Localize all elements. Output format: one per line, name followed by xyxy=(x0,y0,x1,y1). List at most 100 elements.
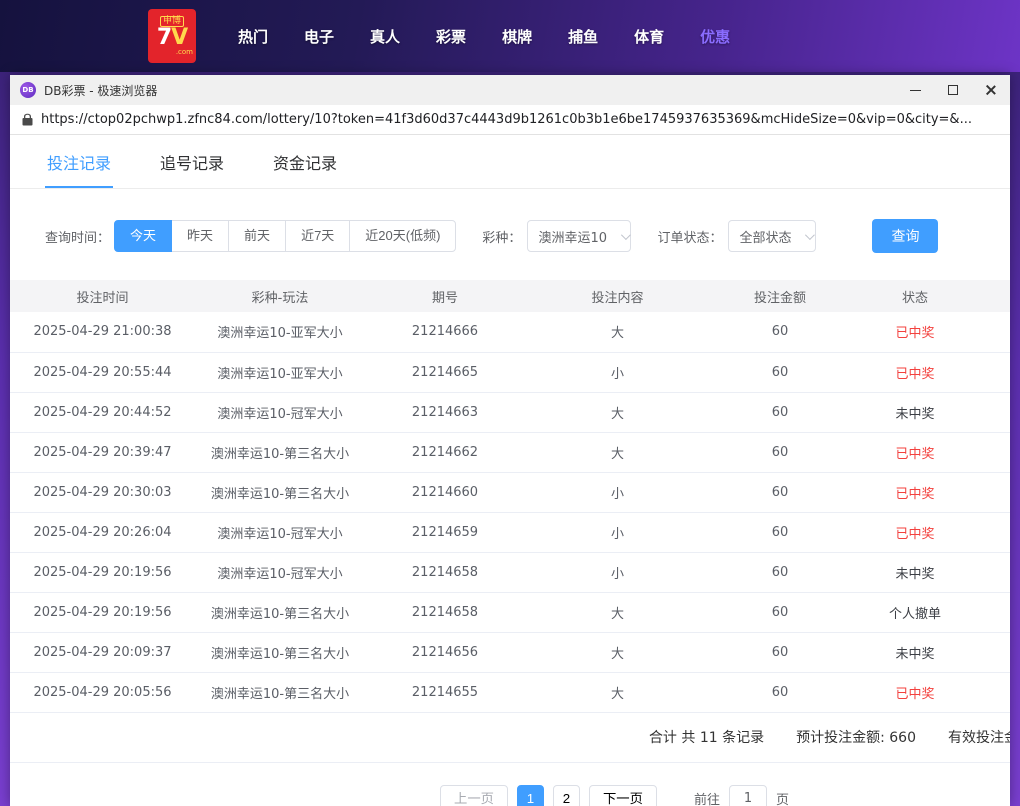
table-row[interactable]: 2025-04-29 20:19:56 澳洲幸运10-第三名大小 2121465… xyxy=(10,592,1010,632)
page-unit-label: 页 xyxy=(776,789,789,806)
table-row[interactable]: 2025-04-29 20:55:44 澳洲幸运10-亚军大小 21214665… xyxy=(10,352,1010,392)
table-row[interactable]: 2025-04-29 20:09:37 澳洲幸运10-第三名大小 2121465… xyxy=(10,632,1010,672)
nav-item-lottery[interactable]: 彩票 xyxy=(436,26,466,47)
minimize-button[interactable] xyxy=(896,75,934,105)
cell-status: 未中奖 xyxy=(850,392,980,432)
tab-chase-records[interactable]: 追号记录 xyxy=(158,135,226,188)
close-button[interactable] xyxy=(972,75,1010,105)
maximize-icon xyxy=(948,85,958,95)
cell-content: 大 xyxy=(525,312,710,352)
cell-play: 澳洲幸运10-第三名大小 xyxy=(195,632,365,672)
nav-item-sports[interactable]: 体育 xyxy=(634,26,664,47)
col-header-amount: 投注金额 xyxy=(710,280,850,312)
pagination: 上一页 1 2 下一页 前往 页 xyxy=(440,785,1010,806)
cell-issue: 21214659 xyxy=(365,512,525,552)
cell-content: 小 xyxy=(525,512,710,552)
time-option-today[interactable]: 今天 xyxy=(114,220,172,252)
lock-icon xyxy=(22,113,33,126)
maximize-button[interactable] xyxy=(934,75,972,105)
tab-bet-records[interactable]: 投注记录 xyxy=(45,135,113,188)
cell-amount: 60 xyxy=(710,672,850,712)
cell-time: 2025-04-29 20:26:04 xyxy=(10,512,195,552)
table-row[interactable]: 2025-04-29 20:19:56 澳洲幸运10-冠军大小 21214658… xyxy=(10,552,1010,592)
cell-play: 澳洲幸运10-冠军大小 xyxy=(195,392,365,432)
cell-issue: 21214656 xyxy=(365,632,525,672)
cell-time: 2025-04-29 20:19:56 xyxy=(10,552,195,592)
cell-play: 澳洲幸运10-亚军大小 xyxy=(195,352,365,392)
nav-menu: 热门 电子 真人 彩票 棋牌 捕鱼 体育 优惠 xyxy=(238,26,730,47)
prev-page-button[interactable]: 上一页 xyxy=(440,785,508,806)
time-option-daybefore[interactable]: 前天 xyxy=(228,220,286,252)
time-option-7days[interactable]: 近7天 xyxy=(285,220,350,252)
cell-content: 大 xyxy=(525,592,710,632)
cell-issue: 21214658 xyxy=(365,552,525,592)
cell-status: 已中奖 xyxy=(850,432,980,472)
table-row[interactable]: 2025-04-29 21:00:38 澳洲幸运10-亚军大小 21214666… xyxy=(10,312,1010,352)
table-row[interactable]: 2025-04-29 20:39:47 澳洲幸运10-第三名大小 2121466… xyxy=(10,432,1010,472)
close-icon xyxy=(985,84,997,96)
col-header-content: 投注内容 xyxy=(525,280,710,312)
time-option-20days[interactable]: 近20天(低频) xyxy=(349,220,456,252)
time-option-yesterday[interactable]: 昨天 xyxy=(171,220,229,252)
table-row[interactable]: 2025-04-29 20:05:56 澳洲幸运10-第三名大小 2121465… xyxy=(10,672,1010,712)
cell-amount: 60 xyxy=(710,352,850,392)
window-titlebar[interactable]: DB DB彩票 - 极速浏览器 xyxy=(10,75,1010,105)
cell-play: 澳洲幸运10-亚军大小 xyxy=(195,312,365,352)
cell-amount: 60 xyxy=(710,312,850,352)
logo-suffix-text: .com xyxy=(176,49,193,56)
nav-item-cards[interactable]: 棋牌 xyxy=(502,26,532,47)
cell-amount: 60 xyxy=(710,432,850,472)
cell-time: 2025-04-29 21:00:38 xyxy=(10,312,195,352)
cell-status: 未中奖 xyxy=(850,552,980,592)
cell-issue: 21214660 xyxy=(365,472,525,512)
nav-item-fishing[interactable]: 捕鱼 xyxy=(568,26,598,47)
address-bar[interactable]: https://ctop02pchwp1.zfnc84.com/lottery/… xyxy=(10,105,1010,135)
nav-item-hot[interactable]: 热门 xyxy=(238,26,268,47)
next-page-button[interactable]: 下一页 xyxy=(589,785,657,806)
cell-play: 澳洲幸运10-第三名大小 xyxy=(195,472,365,512)
order-status-value: 全部状态 xyxy=(739,227,791,246)
goto-page-input[interactable] xyxy=(729,785,767,806)
url-text[interactable]: https://ctop02pchwp1.zfnc84.com/lottery/… xyxy=(41,112,972,127)
table-row[interactable]: 2025-04-29 20:30:03 澳洲幸运10-第三名大小 2121466… xyxy=(10,472,1010,512)
search-button[interactable]: 查询 xyxy=(872,219,938,253)
order-status-select[interactable]: 全部状态 xyxy=(728,220,816,252)
table-row[interactable]: 2025-04-29 20:26:04 澳洲幸运10-冠军大小 21214659… xyxy=(10,512,1010,552)
cell-status: 已中奖 xyxy=(850,472,980,512)
filter-bar: 查询时间： 今天 昨天 前天 近7天 近20天(低频) 彩种： 澳洲幸运10 订… xyxy=(45,219,1010,253)
cell-content: 大 xyxy=(525,432,710,472)
time-filter-group: 今天 昨天 前天 近7天 近20天(低频) xyxy=(114,220,456,252)
cell-amount: 60 xyxy=(710,592,850,632)
cell-time: 2025-04-29 20:30:03 xyxy=(10,472,195,512)
lottery-filter-label: 彩种： xyxy=(482,227,521,246)
col-header-time: 投注时间 xyxy=(10,280,195,312)
lottery-select[interactable]: 澳洲幸运10 xyxy=(527,220,631,252)
chevron-down-icon xyxy=(805,230,815,240)
cell-status: 已中奖 xyxy=(850,512,980,552)
col-header-issue: 期号 xyxy=(365,280,525,312)
cell-content: 大 xyxy=(525,392,710,432)
tab-fund-records[interactable]: 资金记录 xyxy=(271,135,339,188)
cell-play: 澳洲幸运10-第三名大小 xyxy=(195,432,365,472)
nav-item-promo[interactable]: 优惠 xyxy=(700,26,730,47)
page-button-1[interactable]: 1 xyxy=(517,785,544,806)
cell-issue: 21214662 xyxy=(365,432,525,472)
lottery-select-value: 澳洲幸运10 xyxy=(538,227,607,246)
cell-amount: 60 xyxy=(710,552,850,592)
cell-time: 2025-04-29 20:09:37 xyxy=(10,632,195,672)
nav-item-slots[interactable]: 电子 xyxy=(304,26,334,47)
cell-status: 已中奖 xyxy=(850,352,980,392)
page-button-2[interactable]: 2 xyxy=(553,785,580,806)
cell-time: 2025-04-29 20:05:56 xyxy=(10,672,195,712)
cell-content: 大 xyxy=(525,632,710,672)
bet-records-table: 投注时间 彩种-玩法 期号 投注内容 投注金额 状态 2025-04-29 21… xyxy=(10,280,1010,713)
table-row[interactable]: 2025-04-29 20:44:52 澳洲幸运10-冠军大小 21214663… xyxy=(10,392,1010,432)
table-header-row: 投注时间 彩种-玩法 期号 投注内容 投注金额 状态 xyxy=(10,280,1010,312)
site-logo[interactable]: 申博 7V .com xyxy=(148,9,196,63)
cell-amount: 60 xyxy=(710,512,850,552)
chevron-down-icon xyxy=(621,230,631,240)
col-header-play: 彩种-玩法 xyxy=(195,280,365,312)
page-content: 投注记录 追号记录 资金记录 查询时间： 今天 昨天 前天 近7天 近20天(低… xyxy=(10,135,1010,806)
nav-item-live[interactable]: 真人 xyxy=(370,26,400,47)
cell-content: 小 xyxy=(525,352,710,392)
